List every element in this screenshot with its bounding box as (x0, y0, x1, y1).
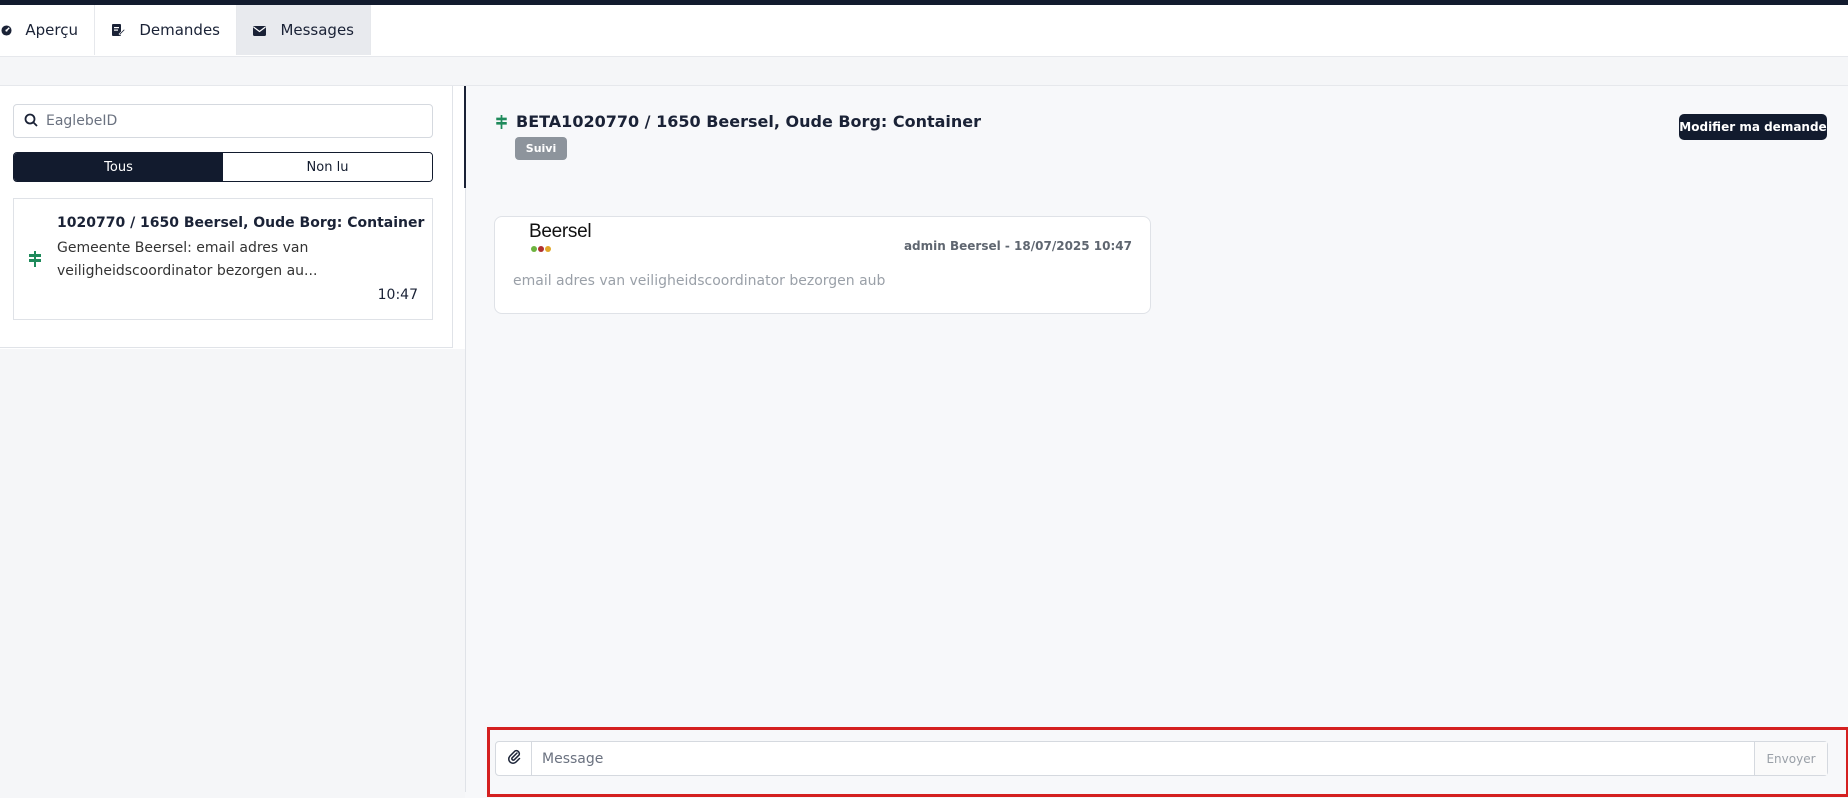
filter-unread-button[interactable]: Non lu (223, 153, 432, 181)
search-input[interactable] (46, 113, 426, 129)
tab-apercu[interactable]: Aperçu (0, 5, 95, 55)
tab-label: Demandes (139, 21, 220, 39)
tab-messages[interactable]: Messages (237, 5, 371, 55)
filter-all-button[interactable]: Tous (14, 153, 223, 181)
thread-divider (465, 188, 466, 792)
tab-label: Aperçu (25, 21, 78, 39)
message-input[interactable] (532, 742, 1754, 775)
toolbar-strip (0, 56, 1848, 86)
paperclip-icon (507, 749, 521, 768)
conversation-preview: Gemeente Beersel: email adres van veilig… (57, 240, 318, 279)
message-text: email adres van veiligheidscoordinator b… (513, 273, 886, 289)
conversation-list-item[interactable]: 1020770 / 1650 Beersel, Oude Borg: Conta… (13, 198, 433, 320)
message-composer: Envoyer (495, 741, 1828, 776)
thread-divider-accent (464, 86, 466, 188)
tab-demandes[interactable]: Demandes (95, 5, 237, 55)
message-card: Beersel admin Beersel - 18/07/2025 10:47… (494, 216, 1151, 314)
thread-panel (465, 86, 1848, 798)
tab-bar: Aperçu Demandes Messages (0, 5, 371, 55)
read-filter: Tous Non lu (13, 152, 433, 182)
sender-logo: Beersel (529, 221, 592, 257)
signpost-icon (495, 114, 508, 129)
dashboard-icon (0, 23, 13, 38)
send-button[interactable]: Envoyer (1754, 742, 1827, 775)
conversation-time: 10:47 (377, 287, 418, 303)
logo-dots (531, 246, 551, 252)
attach-button[interactable] (496, 742, 532, 775)
search-icon (24, 112, 38, 131)
thread-header: BETA1020770 / 1650 Beersel, Oude Borg: C… (495, 112, 981, 131)
message-meta: admin Beersel - 18/07/2025 10:47 (903, 239, 1132, 253)
edit-document-icon (111, 23, 126, 38)
signpost-icon (28, 251, 42, 271)
sender-logo-text: Beersel (529, 221, 592, 242)
modify-request-button[interactable]: Modifier ma demande (1679, 114, 1827, 140)
envelope-icon (253, 23, 267, 38)
tab-label: Messages (280, 21, 354, 39)
sidebar-background (0, 349, 465, 798)
conversation-title: 1020770 / 1650 Beersel, Oude Borg: Conta… (57, 215, 425, 231)
thread-title: BETA1020770 / 1650 Beersel, Oude Borg: C… (516, 112, 982, 131)
search-box[interactable] (13, 104, 433, 138)
status-badge: Suivi (515, 137, 567, 160)
